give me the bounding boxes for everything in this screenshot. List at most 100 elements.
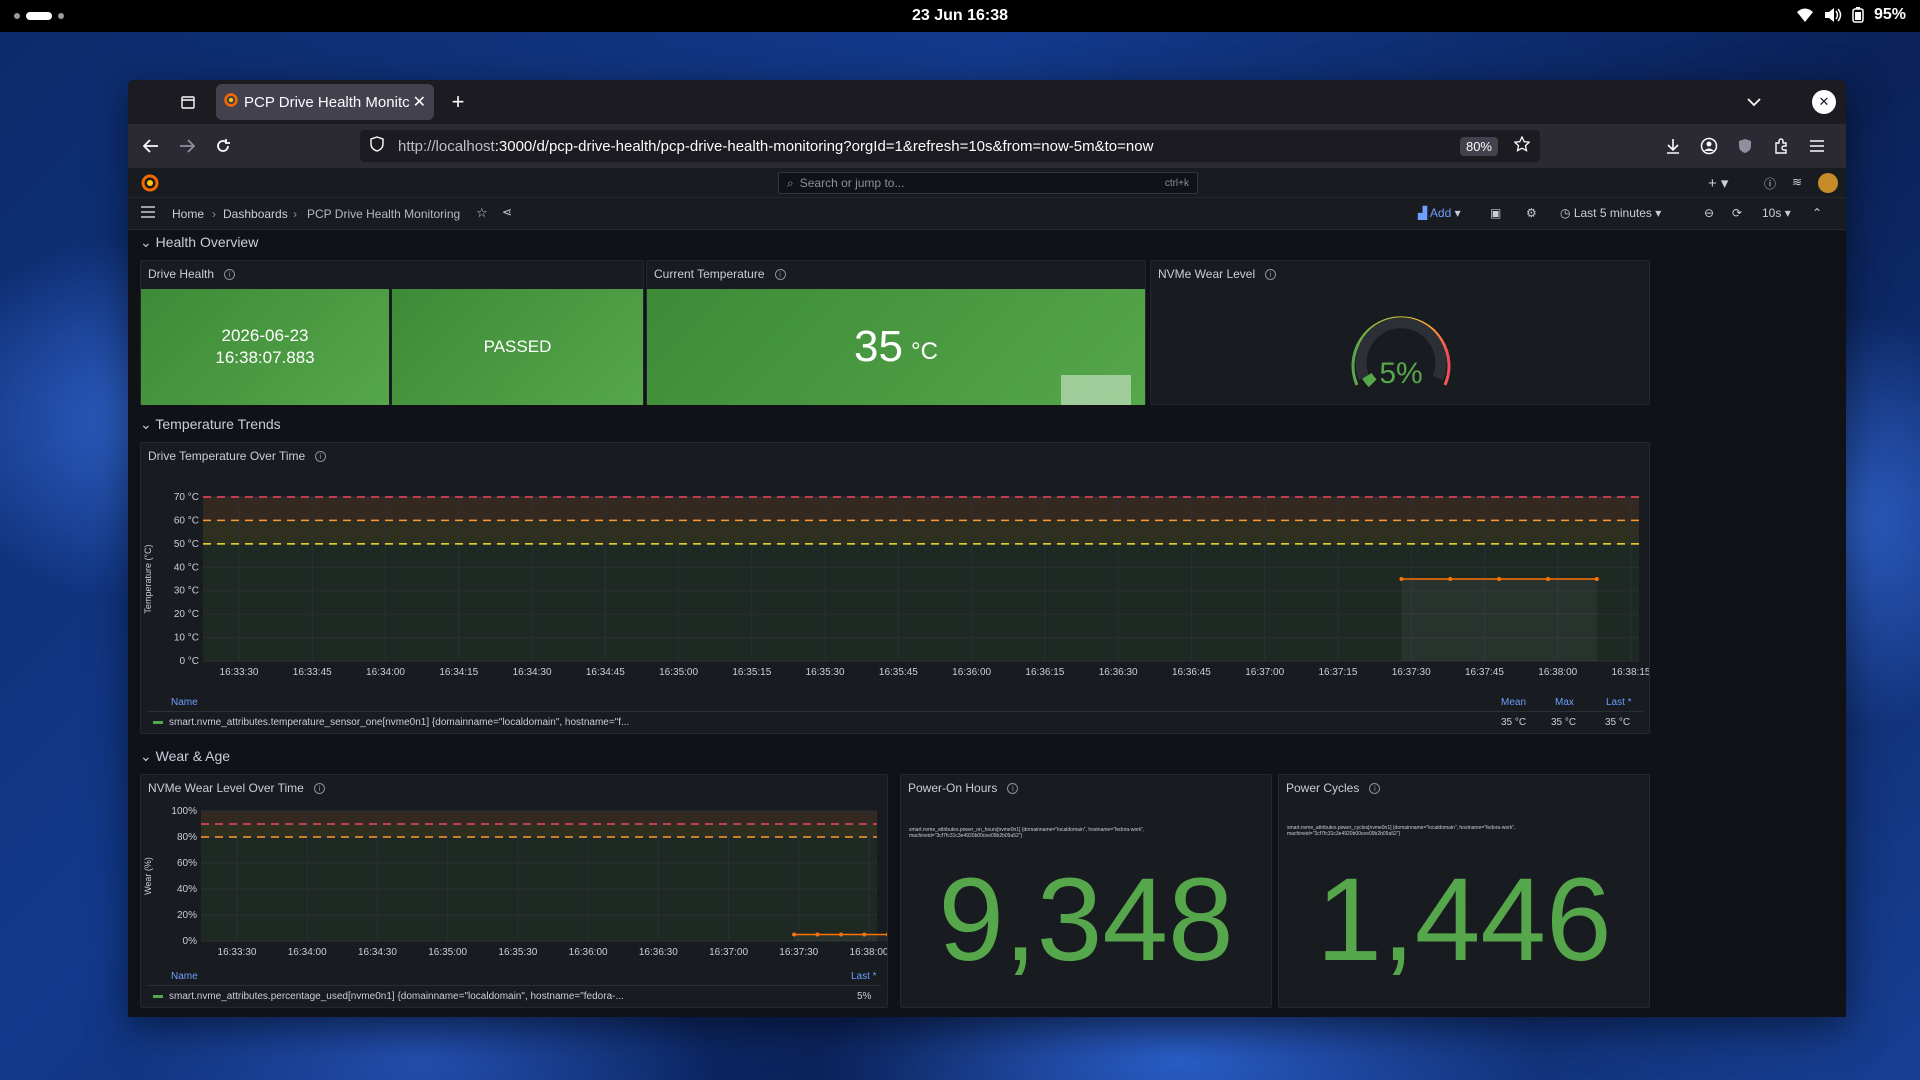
search-box[interactable]: ⌕ Search or jump to... ctrl+k	[778, 172, 1198, 194]
data-point[interactable]	[815, 932, 820, 937]
extensions-puzzle-icon[interactable]	[1770, 135, 1792, 157]
x-tick-label: 16:34:45	[586, 667, 625, 678]
legend-series-wear[interactable]: smart.nvme_attributes.percentage_used[nv…	[153, 991, 624, 1002]
news-rss-icon[interactable]: ≋	[1792, 175, 1802, 189]
collapse-chevron-icon[interactable]: ⌃	[1812, 206, 1822, 220]
hamburger-menu-icon[interactable]	[1806, 135, 1828, 157]
save-dashboard-icon[interactable]: ▣	[1490, 206, 1501, 220]
data-point[interactable]	[1545, 577, 1550, 581]
breadcrumb-home[interactable]: Home	[172, 207, 204, 221]
panel-nvme-wear-level[interactable]: NVMe Wear Level i 5%	[1150, 260, 1650, 405]
stat-caption: smart.nvme_attributes.power_on_hours[nvm…	[909, 827, 1145, 839]
favorite-star-icon[interactable]: ☆	[476, 205, 488, 221]
url-text[interactable]: http://localhost:3000/d/pcp-drive-health…	[398, 138, 1460, 155]
series-color-swatch	[153, 720, 163, 724]
tab-strip: PCP Drive Health Monitc ✕ + ✕	[128, 80, 1846, 124]
stat-power-on-hours: 9,348	[938, 854, 1234, 986]
x-tick-label: 16:36:30	[639, 947, 678, 958]
account-icon[interactable]	[1698, 135, 1720, 157]
x-tick-label: 16:36:30	[1099, 667, 1138, 678]
panel-nvme-wear-over-time[interactable]: NVMe Wear Level Over Time i 100% 80% 60% 40%…	[140, 774, 888, 1008]
zoom-level-badge[interactable]: 80%	[1459, 136, 1498, 156]
y-tick-label: 60%	[177, 858, 197, 869]
legend-header-max[interactable]: Max	[1555, 697, 1574, 708]
help-icon[interactable]: ⓘ	[1764, 175, 1776, 192]
reload-icon[interactable]	[212, 135, 234, 157]
info-icon[interactable]: i	[224, 269, 236, 281]
legend-header-last[interactable]: Last *	[851, 971, 877, 982]
data-point[interactable]	[862, 932, 867, 937]
forward-arrow-icon[interactable]	[176, 135, 198, 157]
y-tick-label: 40%	[177, 884, 197, 895]
battery-percent: 95%	[1873, 6, 1906, 23]
data-point[interactable]	[1448, 577, 1453, 581]
clock-icon: ◷	[1560, 206, 1571, 220]
info-icon[interactable]: i	[313, 783, 325, 795]
zoom-out-icon[interactable]: ⊖	[1704, 206, 1714, 220]
back-arrow-icon[interactable]	[140, 135, 162, 157]
info-icon[interactable]: i	[1007, 783, 1019, 795]
data-point[interactable]	[792, 932, 797, 937]
data-point[interactable]	[1594, 577, 1599, 581]
search-placeholder: Search or jump to...	[799, 176, 905, 190]
panel-power-on-hours[interactable]: Power-On Hours i smart.nvme_attributes.po…	[900, 774, 1272, 1008]
row-wear-age[interactable]: ⌄ Wear & Age	[140, 748, 230, 765]
legend-header-name: Name	[171, 697, 198, 708]
sparkline-block	[1061, 375, 1131, 405]
y-tick-label: 10 °C	[174, 633, 199, 644]
user-avatar[interactable]	[1818, 173, 1838, 193]
add-button[interactable]: ▟ Add ▾	[1418, 206, 1461, 220]
site-info-shield-icon[interactable]	[370, 136, 384, 156]
system-top-bar: 23 Jun 16:38 95%	[0, 0, 1920, 32]
list-tabs-chevron-icon[interactable]	[1744, 92, 1764, 112]
stat-timestamp: 2026-06-23 16:38:07.883	[141, 289, 389, 405]
browser-tab-active[interactable]: PCP Drive Health Monitc ✕	[216, 84, 434, 120]
settings-gear-icon[interactable]: ⚙	[1526, 206, 1537, 220]
stat-caption: smart.nvme_attributes.power_cycles[nvme0…	[1287, 825, 1516, 837]
panel-title: Power-On Hours i	[908, 781, 1019, 795]
info-icon[interactable]: i	[774, 269, 786, 281]
panel-title: NVMe Wear Level Over Time i	[148, 781, 325, 795]
menu-toggle-icon[interactable]	[140, 205, 156, 222]
panel-power-cycles[interactable]: Power Cycles i smart.nvme_attributes.powe…	[1278, 774, 1650, 1008]
x-tick-label: 16:36:00	[952, 667, 991, 678]
y-tick-label: 0%	[183, 936, 198, 947]
new-tab-icon[interactable]: +	[446, 89, 470, 114]
panel-drive-health[interactable]: Drive Health i 2026-06-23 16:38:07.883 PAS…	[140, 260, 644, 405]
legend-series-temperature[interactable]: smart.nvme_attributes.temperature_sensor…	[153, 717, 629, 728]
address-bar[interactable]: http://localhost:3000/d/pcp-drive-health…	[360, 130, 1540, 162]
new-plus-icon[interactable]: + ▾	[1708, 174, 1728, 192]
panel-drive-temperature-over-time[interactable]: Drive Temperature Over Time i 70 °C 60 °C 5…	[140, 442, 1650, 734]
panel-title: NVMe Wear Level i	[1158, 267, 1277, 281]
gauge-value: 5%	[1379, 357, 1422, 390]
legend-header-mean[interactable]: Mean	[1501, 697, 1526, 708]
downloads-icon[interactable]	[1662, 135, 1684, 157]
bookmark-star-icon[interactable]	[1513, 135, 1531, 156]
row-health-overview[interactable]: ⌄ Health Overview	[140, 234, 258, 251]
system-clock[interactable]: 23 Jun 16:38	[0, 7, 1920, 25]
system-tray[interactable]: 95%	[1796, 6, 1906, 24]
data-point[interactable]	[1399, 577, 1404, 581]
share-icon[interactable]: ⋖	[502, 205, 512, 219]
y-tick-label: 0 °C	[179, 656, 199, 667]
refresh-icon[interactable]: ⟳	[1732, 206, 1742, 220]
refresh-interval-picker[interactable]: 10s ▾	[1762, 206, 1791, 220]
panel-current-temperature[interactable]: Current Temperature i 35 °C	[646, 260, 1146, 405]
time-picker[interactable]: ◷ Last 5 minutes ▾	[1560, 206, 1661, 220]
legend-last-value: 35 °C	[1605, 717, 1631, 728]
legend-header-last[interactable]: Last *	[1606, 697, 1632, 708]
shield-extension-icon[interactable]	[1734, 135, 1756, 157]
info-icon[interactable]: i	[315, 451, 327, 463]
volume-icon	[1824, 7, 1842, 23]
data-point[interactable]	[838, 932, 843, 937]
info-icon[interactable]: i	[1265, 269, 1277, 281]
data-point[interactable]	[1497, 577, 1502, 581]
close-window-icon[interactable]: ✕	[1812, 90, 1836, 114]
grafana-logo-icon[interactable]	[140, 173, 160, 198]
info-icon[interactable]: i	[1369, 783, 1381, 795]
breadcrumb-dashboards[interactable]: Dashboards	[223, 207, 288, 221]
panel-title: Current Temperature i	[654, 267, 786, 281]
row-temperature-trends[interactable]: ⌄ Temperature Trends	[140, 416, 281, 433]
tab-overview-icon[interactable]	[178, 92, 198, 112]
close-tab-icon[interactable]: ✕	[413, 92, 426, 112]
